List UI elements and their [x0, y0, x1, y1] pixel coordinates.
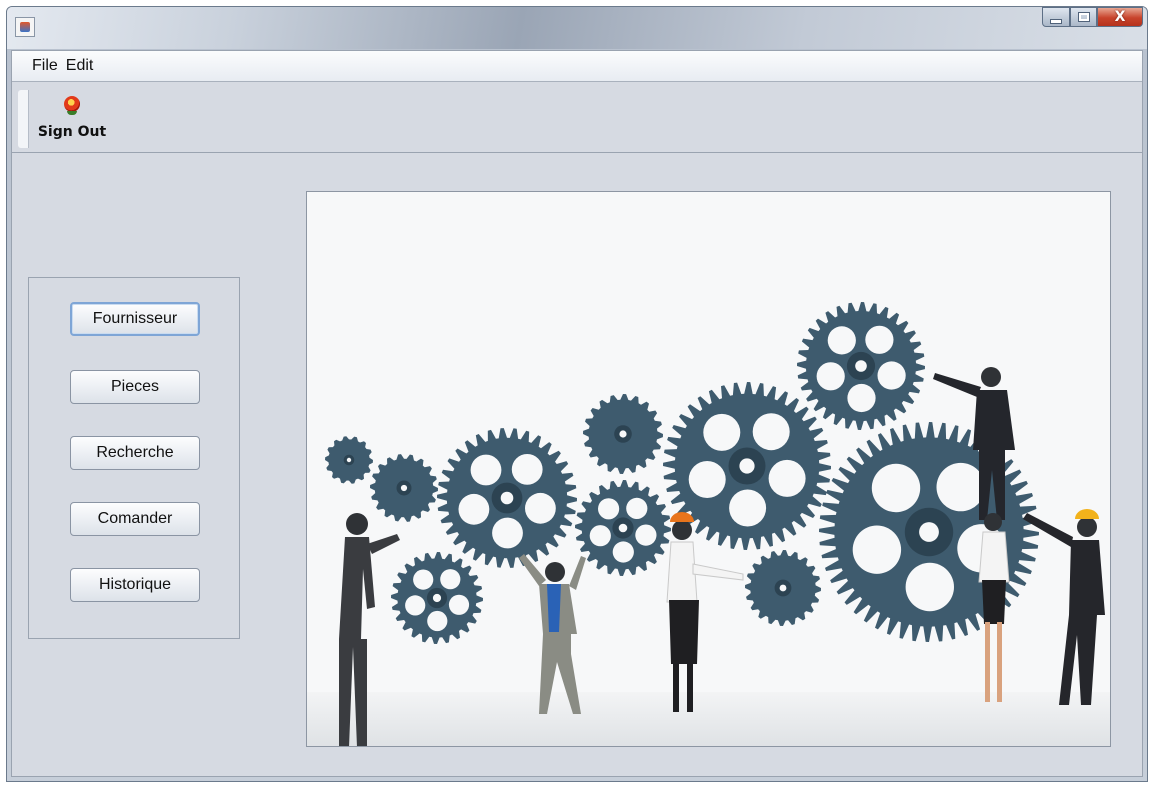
sign-out-button[interactable]: Sign Out: [36, 92, 108, 144]
java-cup-icon[interactable]: [15, 17, 35, 37]
gear-spoke-hole: [936, 462, 985, 512]
gear-axle: [618, 523, 628, 533]
gear-spoke-hole: [816, 362, 845, 391]
sign-out-icon: [64, 96, 80, 115]
comander-button[interactable]: Comander: [70, 502, 200, 536]
gear-axle: [500, 491, 514, 505]
maximize-icon: [1078, 13, 1089, 21]
title-bar[interactable]: X: [7, 7, 1147, 49]
gear-spoke-hole: [768, 459, 806, 497]
minimize-icon: [1050, 18, 1062, 24]
gear-spoke-hole: [511, 454, 543, 485]
window-controls: X: [1042, 7, 1143, 33]
gear-spoke-hole: [688, 461, 726, 498]
menu-edit[interactable]: Edit: [62, 57, 98, 75]
gear-spoke-hole: [458, 493, 490, 525]
gear-spoke-hole: [729, 489, 767, 527]
gear-axle: [779, 584, 787, 592]
menu-bar: File Edit: [12, 51, 1142, 82]
gear-axle: [855, 360, 867, 372]
gear-spoke-hole: [525, 492, 556, 524]
gear-spoke-hole: [871, 463, 921, 513]
gear-spoke-hole: [470, 454, 502, 486]
gear-spoke-hole: [703, 413, 741, 451]
gear-spoke-hole: [847, 383, 876, 413]
gear-axle: [919, 522, 939, 542]
gear-spoke-hole: [635, 524, 657, 546]
close-icon: X: [1114, 9, 1126, 25]
gear-spoke-hole: [612, 541, 634, 563]
maximize-button[interactable]: [1070, 7, 1097, 27]
gear-axle: [619, 430, 627, 438]
toolbar: Sign Out: [12, 82, 1142, 153]
navigation-panel: Fournisseur Pieces Recherche Comander Hi…: [28, 277, 240, 639]
gear-spoke-hole: [752, 413, 790, 451]
gear-spoke-hole: [598, 498, 620, 520]
gear-spoke-hole: [852, 525, 902, 574]
historique-button[interactable]: Historique: [70, 568, 200, 602]
gear-spoke-hole: [626, 497, 648, 519]
gears-teamwork-image: [306, 191, 1111, 747]
pieces-button[interactable]: Pieces: [70, 370, 200, 404]
app-window: X File Edit Sign Out Fournisseur Pieces …: [6, 6, 1148, 782]
gear-spoke-hole: [448, 594, 470, 615]
gear-spoke-hole: [877, 361, 906, 390]
gear-axle: [739, 458, 755, 474]
gear-axle: [346, 457, 352, 463]
gear-spoke-hole: [589, 525, 611, 547]
gear-spoke-hole: [413, 569, 434, 590]
gear-spoke-hole: [427, 610, 448, 632]
close-button[interactable]: X: [1097, 7, 1143, 27]
gear-spoke-hole: [405, 595, 426, 616]
gear-axle: [432, 593, 442, 603]
gear-spoke-hole: [827, 326, 856, 355]
gear-axle: [400, 484, 408, 492]
gear-spoke-hole: [492, 517, 523, 549]
recherche-button[interactable]: Recherche: [70, 436, 200, 470]
menu-file[interactable]: File: [12, 57, 62, 75]
toolbar-grip[interactable]: [18, 90, 29, 148]
gear-spoke-hole: [440, 569, 461, 590]
content-pane: File Edit Sign Out Fournisseur Pieces Re…: [11, 50, 1143, 777]
gear-spoke-hole: [905, 562, 954, 612]
minimize-button[interactable]: [1042, 7, 1070, 27]
fournisseur-button[interactable]: Fournisseur: [70, 302, 200, 336]
sign-out-label: Sign Out: [37, 124, 107, 140]
gears-illustration: [307, 192, 1110, 746]
gear-spoke-hole: [865, 325, 894, 354]
